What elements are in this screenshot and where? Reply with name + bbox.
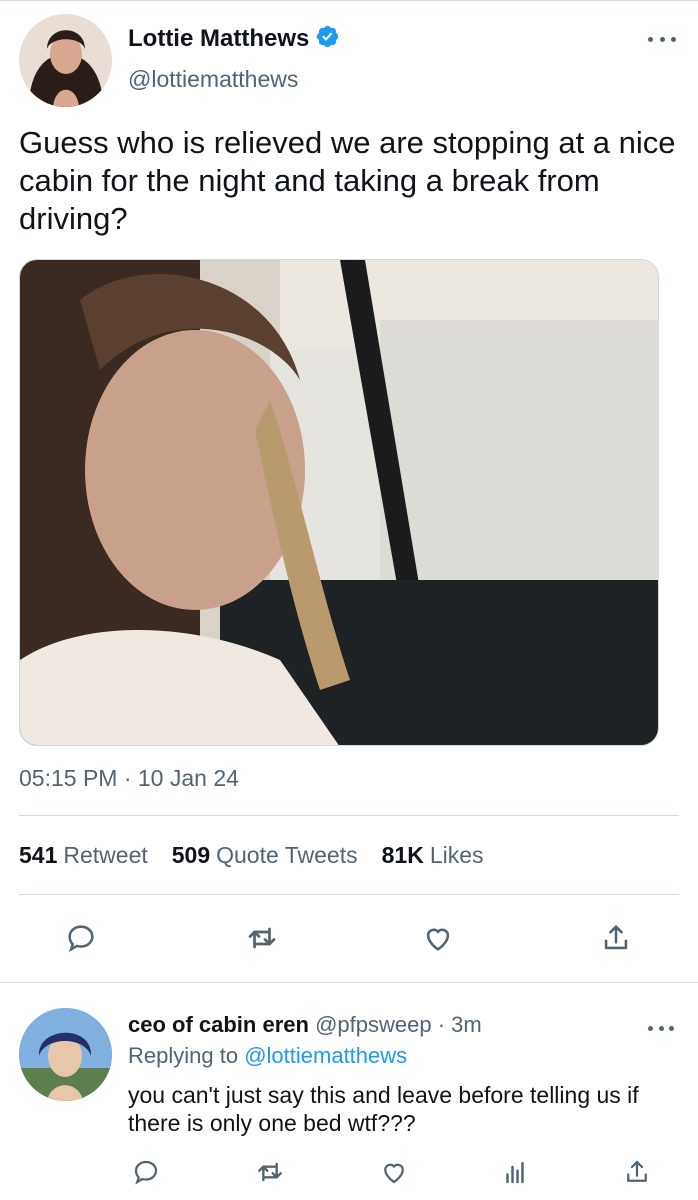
tweet-timestamp[interactable]: 05:15 PM · 10 Jan 24: [19, 765, 239, 792]
author-name-row: Lottie Matthews: [128, 24, 340, 54]
retweet-stat[interactable]: 541 Retweet: [19, 842, 148, 869]
verified-badge-icon: [315, 24, 340, 54]
author-handle[interactable]: @lottiematthews: [128, 66, 298, 93]
replying-to-handle[interactable]: @lottiematthews: [244, 1043, 407, 1068]
like-icon[interactable]: [418, 918, 458, 958]
tweet-media-image[interactable]: [19, 259, 659, 746]
reply-share-icon[interactable]: [617, 1152, 657, 1192]
tweet-text: Guess who is relieved we are stopping at…: [19, 125, 676, 236]
divider: [19, 894, 679, 895]
replying-to: Replying to @lottiematthews: [128, 1043, 407, 1069]
tweet-stats: 541 Retweet 509 Quote Tweets 81K Likes: [19, 842, 484, 869]
reply-reply-icon[interactable]: [126, 1152, 166, 1192]
reply-author-avatar[interactable]: [19, 1008, 112, 1101]
retweet-icon[interactable]: [242, 918, 282, 958]
analytics-icon[interactable]: [495, 1152, 535, 1192]
reply-more-icon[interactable]: [648, 1022, 674, 1034]
reply-like-icon[interactable]: [374, 1152, 414, 1192]
replying-prefix: Replying to: [128, 1043, 239, 1068]
reply-time: · 3m: [437, 1012, 482, 1037]
divider: [0, 982, 698, 983]
reply-author-handle[interactable]: @pfpsweep: [315, 1012, 432, 1037]
author-name[interactable]: Lottie Matthews: [128, 25, 309, 53]
top-border: [0, 0, 698, 1]
reply-text: you can't just say this and leave before…: [128, 1082, 639, 1136]
share-icon[interactable]: [596, 918, 636, 958]
reply-author-name[interactable]: ceo of cabin eren: [128, 1012, 309, 1037]
reply-header: ceo of cabin eren @pfpsweep · 3m: [128, 1012, 482, 1038]
more-icon[interactable]: [648, 32, 676, 46]
quote-stat[interactable]: 509 Quote Tweets: [172, 842, 358, 869]
likes-stat[interactable]: 81K Likes: [382, 842, 484, 869]
reply-icon[interactable]: [61, 918, 101, 958]
reply-retweet-icon[interactable]: [250, 1152, 290, 1192]
divider: [19, 815, 679, 816]
author-avatar[interactable]: [19, 14, 112, 107]
